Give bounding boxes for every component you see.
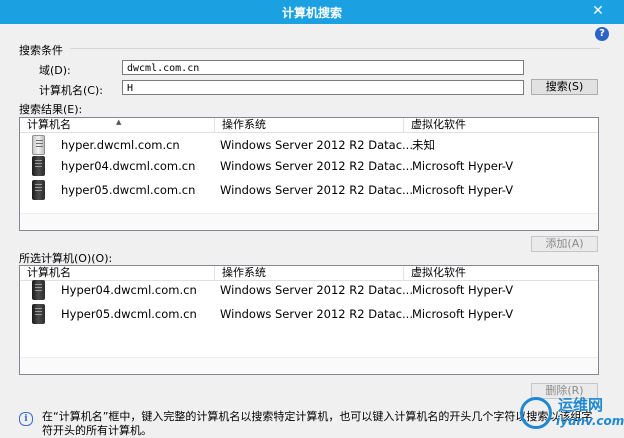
add-button[interactable]: 添加(A): [531, 236, 598, 252]
results-header: 计算机名 ▲ 操作系统 虚拟化软件: [20, 118, 598, 133]
row-virt: Microsoft Hyper-V: [412, 283, 514, 297]
server-icon: [32, 304, 45, 324]
row-name: Hyper04.dwcml.com.cn: [61, 283, 197, 297]
search-button[interactable]: 搜索(S): [531, 79, 598, 95]
row-os: Windows Server 2012 R2 Datac...: [220, 183, 413, 197]
row-os: Windows Server 2012 R2 Datac...: [220, 283, 413, 297]
row-os: Windows Server 2012 R2 Datac...: [220, 307, 413, 321]
row-virt: Microsoft Hyper-V: [412, 307, 514, 321]
row-name: hyper04.dwcml.com.cn: [61, 159, 196, 173]
row-os: Windows Server 2012 R2 Datac...: [220, 159, 413, 173]
computer-name-field[interactable]: H: [122, 80, 524, 95]
domain-field[interactable]: dwcml.com.cn: [122, 60, 524, 75]
watermark-site: iyunv.com: [556, 414, 624, 428]
computer-name-label: 计算机名(C):: [39, 84, 103, 97]
search-criteria-section-label: 搜索条件: [19, 44, 63, 57]
server-icon: [32, 180, 45, 200]
row-name: hyper05.dwcml.com.cn: [61, 183, 196, 197]
column-header-virt[interactable]: 虚拟化软件: [403, 118, 598, 132]
server-icon: [32, 280, 45, 300]
close-button[interactable]: ✕: [580, 1, 616, 21]
row-name: Hyper05.dwcml.com.cn: [61, 307, 197, 321]
server-icon: [32, 156, 45, 176]
column-header-os[interactable]: 操作系统: [214, 118, 408, 132]
window-title: 计算机搜索: [281, 6, 342, 20]
results-section-label: 搜索结果(E):: [19, 103, 83, 116]
table-row[interactable]: Hyper05.dwcml.com.cn Windows Server 2012…: [20, 302, 598, 326]
row-virt: Microsoft Hyper-V: [412, 159, 514, 173]
server-light-icon: [32, 135, 45, 155]
divider: [70, 48, 600, 49]
domain-label: 域(D):: [39, 64, 71, 77]
info-text: 在“计算机名”框中，键入完整的计算机名以搜索特定计算机，也可以键入计算机名的开头…: [42, 410, 593, 437]
watermark-brand: 运维网: [558, 396, 604, 414]
help-icon[interactable]: ?: [595, 27, 609, 41]
watermark-logo-icon: [520, 397, 552, 429]
selected-section-label: 所选计算机(O)(O):: [19, 252, 113, 265]
table-row[interactable]: hyper04.dwcml.com.cn Windows Server 2012…: [20, 154, 598, 178]
info-icon: i: [19, 412, 33, 426]
watermark: 运维网 iyunv.com: [520, 393, 624, 433]
horizontal-scrollbar[interactable]: [20, 213, 598, 230]
table-row[interactable]: hyper05.dwcml.com.cn Windows Server 2012…: [20, 178, 598, 202]
horizontal-scrollbar[interactable]: [20, 357, 598, 374]
results-list[interactable]: 计算机名 ▲ 操作系统 虚拟化软件 hyper.dwcml.com.cn Win…: [19, 117, 599, 231]
row-virt: Microsoft Hyper-V: [412, 183, 514, 197]
selected-list[interactable]: 计算机名 操作系统 虚拟化软件 Hyper04.dwcml.com.cn Win…: [19, 265, 599, 375]
sort-up-icon: ▲: [116, 118, 122, 126]
table-row[interactable]: Hyper04.dwcml.com.cn Windows Server 2012…: [20, 278, 598, 302]
title-bar: 计算机搜索 ✕: [0, 0, 624, 24]
